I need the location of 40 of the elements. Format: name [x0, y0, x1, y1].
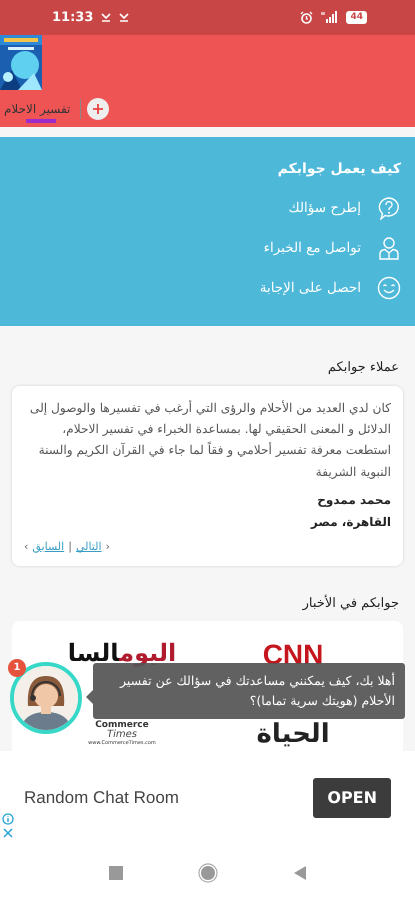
step-label: احصل على الإجابة [260, 279, 361, 298]
battery-icon: 44 [346, 10, 367, 24]
smiley-icon [377, 276, 401, 300]
chevron-left: ‹ [24, 539, 28, 556]
open-button[interactable]: OPEN [313, 778, 391, 818]
section-title: جوابكم في الأخبار [301, 594, 400, 613]
ad-title: Random Chat Room [24, 787, 179, 810]
home-button[interactable] [198, 862, 218, 883]
status-time: 11:33 [52, 8, 94, 27]
recents-button[interactable] [108, 866, 122, 880]
back-button[interactable] [292, 864, 306, 881]
next-link[interactable]: التالي [76, 539, 102, 556]
notification-badge: 1 [8, 659, 26, 677]
plus-icon [92, 102, 104, 115]
testimonial-text: كان لدي العديد من الأحلام والرؤى التي أرغب في تفسيرها والوصول إلى الدلائل و المعنى الحقيقي لها. بمساعدة الخبراء في تفسير الاحلام، استطعت معرفة تفسير أحلامي و فقاً لما جاء في القرآن الكريم والسنة النبوية الشريفة [28, 398, 391, 481]
previous-link[interactable]: السابق [32, 539, 64, 556]
person-icon [377, 236, 401, 260]
commerce-logo-subtitle: Times [106, 730, 137, 740]
download-icon [101, 12, 112, 22]
separator: | [68, 539, 72, 556]
alarm-icon [300, 10, 314, 24]
section-title: عملاء جوابكم [326, 359, 400, 378]
commerce-logo: Commerce [95, 721, 149, 730]
chevron-right: › [106, 539, 110, 556]
signal-icon [321, 11, 338, 24]
tooltip-pointer [86, 690, 93, 704]
question-icon [377, 196, 401, 220]
download-icon [119, 12, 130, 22]
close-icon [2, 827, 14, 840]
step-label: إطرح سؤالك [288, 199, 361, 218]
news-logo: اليومالسا [68, 641, 176, 666]
customer-location: القاهرة، مصر [309, 514, 391, 532]
customer-name: محمد ممدوح [316, 492, 391, 510]
news-logo: الحياة [256, 721, 330, 748]
section-title: كيف يعمل جوابكم [276, 160, 401, 180]
add-tab-button[interactable] [87, 98, 110, 120]
tab[interactable]: تفسير الاحلام [0, 100, 74, 122]
info-icon [2, 813, 14, 826]
chat-message: أهلا بك، كيف يمكنني مساعدتك في سؤالك عن تفسير الأحلام (هويتك سرية تماما)؟ [93, 663, 405, 719]
step-label: تواصل مع الخبراء [264, 239, 361, 258]
